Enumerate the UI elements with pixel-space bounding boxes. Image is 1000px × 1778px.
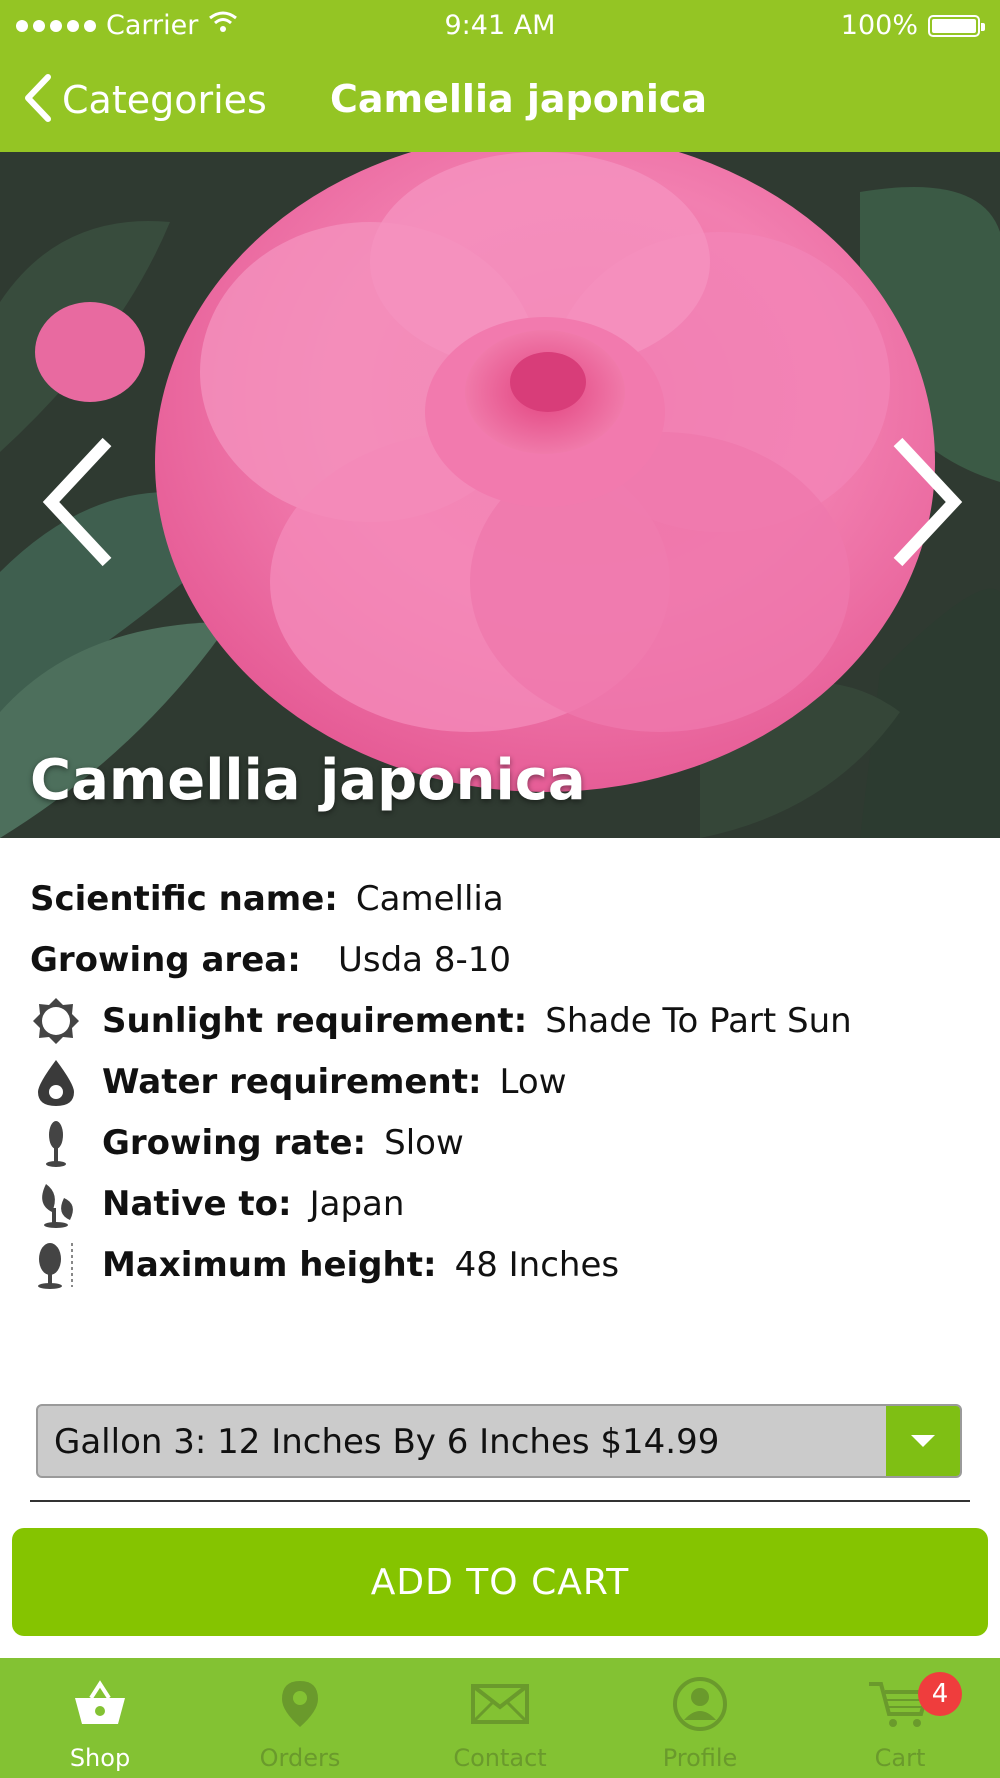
cart-icon — [800, 1672, 1000, 1736]
detail-scientific-name: Scientific name: Camellia — [30, 874, 504, 924]
chevron-down-icon — [911, 1435, 935, 1447]
user-icon — [600, 1672, 800, 1736]
status-bar: Carrier 9:41 AM 100% — [0, 0, 1000, 52]
detail-value: Japan — [309, 1184, 405, 1224]
detail-value: Usda 8-10 — [338, 940, 511, 980]
detail-label: Maximum height: — [102, 1245, 437, 1285]
detail-value: Low — [499, 1062, 567, 1102]
chevron-left-icon — [42, 437, 112, 567]
tab-label: Shop — [69, 1744, 131, 1772]
navigation-bar: Categories Camellia japonica — [0, 52, 1000, 152]
next-image-button[interactable] — [880, 432, 970, 572]
tab-label: Orders — [259, 1744, 341, 1772]
detail-growing-rate: Growing rate: Slow — [30, 1118, 464, 1168]
cart-badge: 4 — [918, 1672, 962, 1716]
sun-icon — [30, 995, 82, 1047]
size-select-value: Gallon 3: 12 Inches By 6 Inches $14.99 — [54, 1422, 720, 1462]
detail-water: Water requirement: Low — [30, 1057, 567, 1107]
back-button[interactable]: Categories — [20, 70, 267, 130]
location-pin-icon — [200, 1672, 400, 1736]
detail-label: Native to: — [102, 1184, 292, 1224]
plant-detail-screen: Carrier 9:41 AM 100% Categories Camellia… — [0, 0, 1000, 1778]
detail-growing-area: Growing area: Usda 8-10 — [30, 935, 511, 985]
back-button-label: Categories — [62, 78, 267, 122]
detail-sunlight: Sunlight requirement: Shade To Part Sun — [30, 996, 852, 1046]
page-title: Camellia japonica — [330, 77, 708, 121]
detail-label: Water requirement: — [102, 1062, 482, 1102]
plant-name-overlay: Camellia japonica — [30, 748, 586, 813]
camellia-photo — [0, 152, 1000, 838]
chevron-right-icon — [893, 437, 963, 567]
detail-label: Growing rate: — [102, 1123, 367, 1163]
status-right: 100% — [840, 10, 985, 41]
chevron-left-icon — [20, 73, 52, 127]
detail-value: Camellia — [355, 879, 504, 919]
water-drop-icon — [30, 1056, 82, 1108]
detail-native-to: Native to: Japan — [30, 1179, 404, 1229]
detail-label: Growing area: — [30, 940, 301, 980]
detail-label: Scientific name: — [30, 879, 338, 919]
add-to-cart-button[interactable]: ADD TO CART — [12, 1528, 988, 1636]
top-bar: Carrier 9:41 AM 100% Categories Camellia… — [0, 0, 1000, 152]
plant-image-carousel[interactable]: Camellia japonica — [0, 152, 1000, 838]
tree-height-icon — [30, 1239, 82, 1291]
tab-label: Profile — [662, 1744, 738, 1772]
previous-image-button[interactable] — [35, 432, 125, 572]
divider — [30, 1500, 970, 1502]
detail-value: 48 Inches — [454, 1245, 620, 1285]
tab-label: Contact — [453, 1744, 547, 1772]
dropdown-toggle[interactable] — [886, 1406, 960, 1476]
detail-label: Sunlight requirement: — [102, 1001, 528, 1041]
detail-value: Shade To Part Sun — [545, 1001, 852, 1041]
tab-orders[interactable]: Orders — [200, 1658, 400, 1778]
tab-profile[interactable]: Profile — [600, 1658, 800, 1778]
envelope-icon — [400, 1672, 600, 1736]
basket-icon — [0, 1672, 200, 1736]
tab-cart[interactable]: 4 Cart — [800, 1658, 1000, 1778]
battery-icon — [928, 14, 985, 37]
tab-label: Cart — [874, 1744, 926, 1772]
seedling-icon — [30, 1117, 82, 1169]
tab-shop[interactable]: Shop — [0, 1658, 200, 1778]
tab-bar: Shop Orders Contact Profile 4 Cart — [0, 1658, 1000, 1778]
battery-percent: 100% — [840, 10, 918, 41]
tab-contact[interactable]: Contact — [400, 1658, 600, 1778]
detail-max-height: Maximum height: 48 Inches — [30, 1240, 619, 1290]
size-select[interactable]: Gallon 3: 12 Inches By 6 Inches $14.99 — [36, 1404, 962, 1478]
plant-leaves-icon — [30, 1178, 82, 1230]
detail-value: Slow — [384, 1123, 464, 1163]
